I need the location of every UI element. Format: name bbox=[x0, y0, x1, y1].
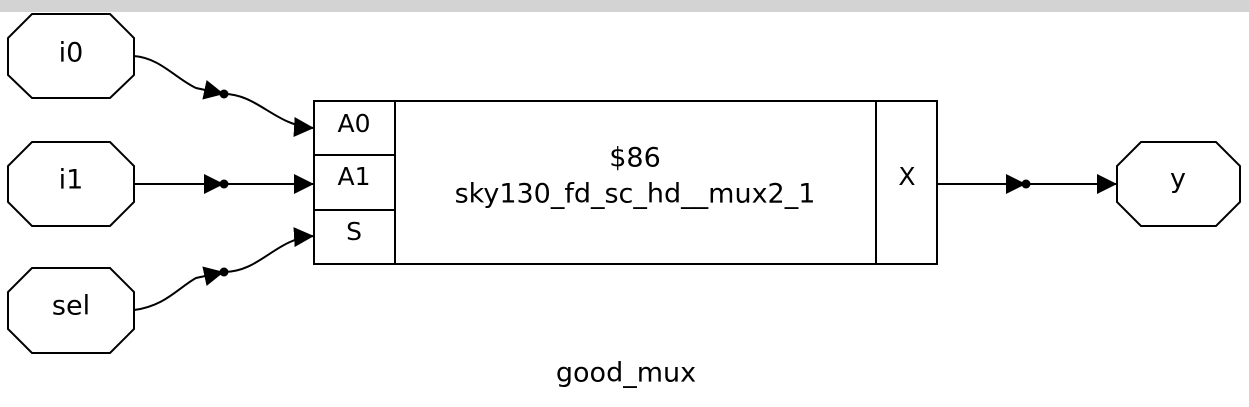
wire-joint-to-a0 bbox=[223, 93, 315, 137]
wire-sel-to-joint bbox=[133, 266, 225, 311]
wire-joint-to-s bbox=[223, 227, 315, 273]
diagram-frame: i0 i1 sel A0 A1 S X $86 sky130_fd_sc_hd_… bbox=[0, 0, 1249, 407]
input-i1-label: i1 bbox=[59, 165, 84, 196]
cell-id: $86 bbox=[609, 143, 661, 174]
output-y-node: y bbox=[1116, 141, 1241, 227]
cell-type: sky130_fd_sc_hd__mux2_1 bbox=[455, 179, 816, 210]
mux-diagram: i0 i1 sel A0 A1 S X $86 sky130_fd_sc_hd_… bbox=[7, 13, 1241, 389]
output-y-label: y bbox=[1170, 164, 1186, 195]
mux-cell: A0 A1 S X $86 sky130_fd_sc_hd__mux2_1 bbox=[313, 100, 938, 265]
pin-a0-label: A0 bbox=[337, 109, 370, 138]
pin-x-label: X bbox=[898, 162, 915, 191]
pin-s-label: S bbox=[346, 217, 362, 246]
input-i0-node: i0 bbox=[7, 13, 135, 99]
input-i0-label: i0 bbox=[59, 38, 84, 69]
input-sel-label: sel bbox=[52, 291, 90, 322]
input-i1-node: i1 bbox=[7, 141, 135, 227]
wire-i0-to-joint bbox=[133, 55, 225, 100]
pin-a1-label: A1 bbox=[337, 162, 370, 191]
module-name: good_mux bbox=[556, 358, 696, 389]
input-sel-node: sel bbox=[7, 267, 135, 354]
